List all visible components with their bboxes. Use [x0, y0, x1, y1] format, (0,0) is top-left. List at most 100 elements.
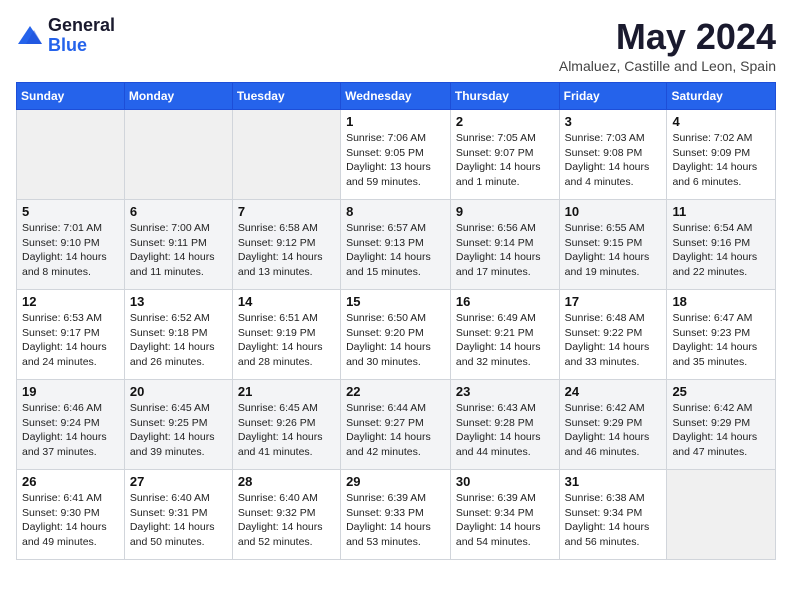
- day-cell: 15 Sunrise: 6:50 AM Sunset: 9:20 PM Dayli…: [341, 290, 451, 380]
- day-number: 10: [565, 204, 662, 219]
- day-info: Sunrise: 7:00 AM Sunset: 9:11 PM Dayligh…: [130, 221, 227, 280]
- day-number: 21: [238, 384, 335, 399]
- day-cell: 21 Sunrise: 6:45 AM Sunset: 9:26 PM Dayli…: [232, 380, 340, 470]
- day-info: Sunrise: 6:45 AM Sunset: 9:26 PM Dayligh…: [238, 401, 335, 460]
- day-number: 14: [238, 294, 335, 309]
- day-info: Sunrise: 6:43 AM Sunset: 9:28 PM Dayligh…: [456, 401, 554, 460]
- day-cell: 30 Sunrise: 6:39 AM Sunset: 9:34 PM Dayli…: [450, 470, 559, 560]
- calendar-body: 1 Sunrise: 7:06 AM Sunset: 9:05 PM Daylig…: [17, 110, 776, 560]
- location-subtitle: Almaluez, Castille and Leon, Spain: [559, 58, 776, 74]
- day-number: 16: [456, 294, 554, 309]
- day-number: 5: [22, 204, 119, 219]
- day-cell: [232, 110, 340, 200]
- day-cell: 20Sunrise: 6:45 AM Sunset: 9:25 PM Dayli…: [124, 380, 232, 470]
- day-number: 9: [456, 204, 554, 219]
- day-number: 13: [130, 294, 227, 309]
- logo-general-text: General: [48, 16, 115, 36]
- day-number: 28: [238, 474, 335, 489]
- day-info: Sunrise: 6:38 AM Sunset: 9:34 PM Dayligh…: [565, 491, 662, 550]
- day-number: 24: [565, 384, 662, 399]
- day-info: Sunrise: 6:58 AM Sunset: 9:12 PM Dayligh…: [238, 221, 335, 280]
- day-cell: 2Sunrise: 7:05 AM Sunset: 9:07 PM Daylig…: [450, 110, 559, 200]
- day-cell: 26 Sunrise: 6:41 AM Sunset: 9:30 PM Dayli…: [17, 470, 125, 560]
- day-cell: [124, 110, 232, 200]
- day-cell: 10Sunrise: 6:55 AM Sunset: 9:15 PM Dayli…: [559, 200, 667, 290]
- day-info: Sunrise: 6:50 AM Sunset: 9:20 PM Dayligh…: [346, 311, 445, 370]
- week-row-1: 1 Sunrise: 7:06 AM Sunset: 9:05 PM Daylig…: [17, 110, 776, 200]
- day-info: Sunrise: 6:45 AM Sunset: 9:25 PM Dayligh…: [130, 401, 227, 460]
- month-title: May 2024: [559, 16, 776, 58]
- day-info: Sunrise: 7:06 AM Sunset: 9:05 PM Dayligh…: [346, 131, 445, 190]
- day-cell: 31 Sunrise: 6:38 AM Sunset: 9:34 PM Dayli…: [559, 470, 667, 560]
- day-cell: 11Sunrise: 6:54 AM Sunset: 9:16 PM Dayli…: [667, 200, 776, 290]
- col-header-wednesday: Wednesday: [341, 83, 451, 110]
- col-header-sunday: Sunday: [17, 83, 125, 110]
- day-cell: 19Sunrise: 6:46 AM Sunset: 9:24 PM Dayli…: [17, 380, 125, 470]
- day-number: 29: [346, 474, 445, 489]
- day-number: 23: [456, 384, 554, 399]
- day-info: Sunrise: 6:46 AM Sunset: 9:24 PM Dayligh…: [22, 401, 119, 460]
- day-cell: 23 Sunrise: 6:43 AM Sunset: 9:28 PM Dayli…: [450, 380, 559, 470]
- day-number: 2: [456, 114, 554, 129]
- day-cell: 17 Sunrise: 6:48 AM Sunset: 9:22 PM Dayli…: [559, 290, 667, 380]
- day-info: Sunrise: 6:52 AM Sunset: 9:18 PM Dayligh…: [130, 311, 227, 370]
- day-info: Sunrise: 6:40 AM Sunset: 9:32 PM Dayligh…: [238, 491, 335, 550]
- day-number: 3: [565, 114, 662, 129]
- logo-blue-text: Blue: [48, 36, 115, 56]
- day-info: Sunrise: 6:39 AM Sunset: 9:34 PM Dayligh…: [456, 491, 554, 550]
- day-info: Sunrise: 6:54 AM Sunset: 9:16 PM Dayligh…: [672, 221, 770, 280]
- day-number: 15: [346, 294, 445, 309]
- day-info: Sunrise: 6:42 AM Sunset: 9:29 PM Dayligh…: [672, 401, 770, 460]
- week-row-5: 26 Sunrise: 6:41 AM Sunset: 9:30 PM Dayli…: [17, 470, 776, 560]
- day-cell: 8Sunrise: 6:57 AM Sunset: 9:13 PM Daylig…: [341, 200, 451, 290]
- col-header-friday: Friday: [559, 83, 667, 110]
- day-number: 7: [238, 204, 335, 219]
- day-cell: 16 Sunrise: 6:49 AM Sunset: 9:21 PM Dayli…: [450, 290, 559, 380]
- day-cell: 24 Sunrise: 6:42 AM Sunset: 9:29 PM Dayli…: [559, 380, 667, 470]
- day-number: 30: [456, 474, 554, 489]
- week-row-4: 19Sunrise: 6:46 AM Sunset: 9:24 PM Dayli…: [17, 380, 776, 470]
- day-info: Sunrise: 6:39 AM Sunset: 9:33 PM Dayligh…: [346, 491, 445, 550]
- day-number: 25: [672, 384, 770, 399]
- day-cell: 7 Sunrise: 6:58 AM Sunset: 9:12 PM Daylig…: [232, 200, 340, 290]
- day-cell: 13 Sunrise: 6:52 AM Sunset: 9:18 PM Dayli…: [124, 290, 232, 380]
- day-cell: [667, 470, 776, 560]
- day-cell: 25 Sunrise: 6:42 AM Sunset: 9:29 PM Dayli…: [667, 380, 776, 470]
- day-cell: 5Sunrise: 7:01 AM Sunset: 9:10 PM Daylig…: [17, 200, 125, 290]
- day-number: 27: [130, 474, 227, 489]
- day-info: Sunrise: 6:40 AM Sunset: 9:31 PM Dayligh…: [130, 491, 227, 550]
- col-header-thursday: Thursday: [450, 83, 559, 110]
- day-info: Sunrise: 6:44 AM Sunset: 9:27 PM Dayligh…: [346, 401, 445, 460]
- day-cell: 22Sunrise: 6:44 AM Sunset: 9:27 PM Dayli…: [341, 380, 451, 470]
- day-number: 18: [672, 294, 770, 309]
- day-cell: 1 Sunrise: 7:06 AM Sunset: 9:05 PM Daylig…: [341, 110, 451, 200]
- day-info: Sunrise: 6:57 AM Sunset: 9:13 PM Dayligh…: [346, 221, 445, 280]
- day-cell: 27 Sunrise: 6:40 AM Sunset: 9:31 PM Dayli…: [124, 470, 232, 560]
- day-info: Sunrise: 6:53 AM Sunset: 9:17 PM Dayligh…: [22, 311, 119, 370]
- day-info: Sunrise: 7:03 AM Sunset: 9:08 PM Dayligh…: [565, 131, 662, 190]
- col-header-monday: Monday: [124, 83, 232, 110]
- day-info: Sunrise: 6:49 AM Sunset: 9:21 PM Dayligh…: [456, 311, 554, 370]
- day-number: 26: [22, 474, 119, 489]
- day-cell: 9 Sunrise: 6:56 AM Sunset: 9:14 PM Daylig…: [450, 200, 559, 290]
- day-number: 31: [565, 474, 662, 489]
- day-info: Sunrise: 6:41 AM Sunset: 9:30 PM Dayligh…: [22, 491, 119, 550]
- day-number: 12: [22, 294, 119, 309]
- day-info: Sunrise: 6:47 AM Sunset: 9:23 PM Dayligh…: [672, 311, 770, 370]
- day-number: 17: [565, 294, 662, 309]
- col-header-saturday: Saturday: [667, 83, 776, 110]
- day-number: 4: [672, 114, 770, 129]
- day-cell: 18 Sunrise: 6:47 AM Sunset: 9:23 PM Dayli…: [667, 290, 776, 380]
- day-info: Sunrise: 6:42 AM Sunset: 9:29 PM Dayligh…: [565, 401, 662, 460]
- day-info: Sunrise: 6:56 AM Sunset: 9:14 PM Dayligh…: [456, 221, 554, 280]
- page-header: General Blue May 2024 Almaluez, Castille…: [16, 16, 776, 74]
- day-cell: 4 Sunrise: 7:02 AM Sunset: 9:09 PM Daylig…: [667, 110, 776, 200]
- day-info: Sunrise: 6:51 AM Sunset: 9:19 PM Dayligh…: [238, 311, 335, 370]
- day-cell: 29 Sunrise: 6:39 AM Sunset: 9:33 PM Dayli…: [341, 470, 451, 560]
- title-block: May 2024 Almaluez, Castille and Leon, Sp…: [559, 16, 776, 74]
- day-info: Sunrise: 7:02 AM Sunset: 9:09 PM Dayligh…: [672, 131, 770, 190]
- day-number: 1: [346, 114, 445, 129]
- col-header-tuesday: Tuesday: [232, 83, 340, 110]
- day-info: Sunrise: 6:48 AM Sunset: 9:22 PM Dayligh…: [565, 311, 662, 370]
- calendar-table: SundayMondayTuesdayWednesdayThursdayFrid…: [16, 82, 776, 560]
